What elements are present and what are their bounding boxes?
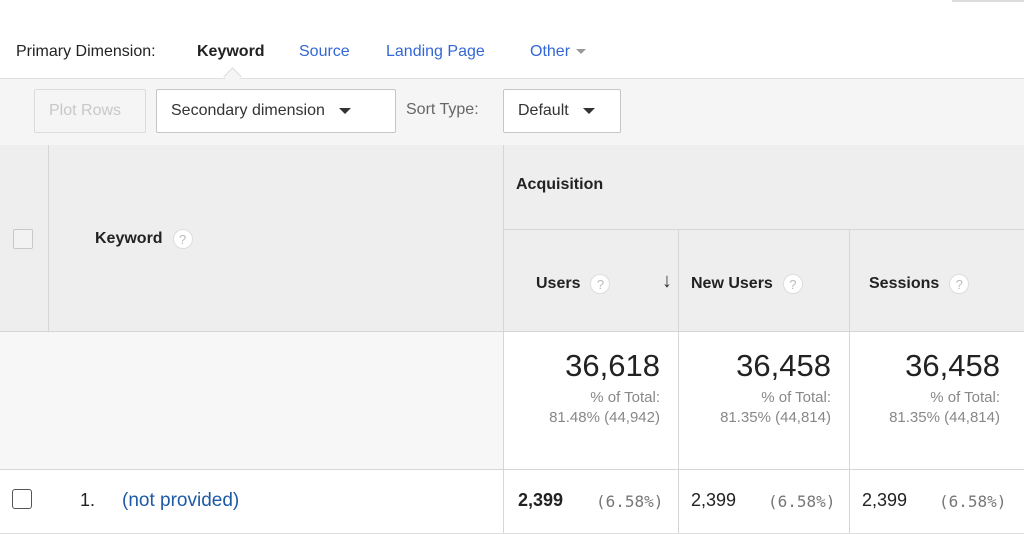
sessions-header-text: Sessions <box>869 275 940 293</box>
row-users-pct: (6.58%) <box>596 492 664 511</box>
secondary-dimension-dropdown[interactable]: Secondary dimension <box>156 89 396 133</box>
dimension-other-label: Other <box>530 43 571 60</box>
help-icon[interactable]: ? <box>782 274 803 294</box>
users-column-header[interactable]: Users? ↓ <box>503 230 678 332</box>
report-toolbar: Plot Rows Secondary dimension Sort Type:… <box>0 78 1024 146</box>
row-new-users-pct: (6.58%) <box>768 492 836 511</box>
secondary-dimension-label: Secondary dimension <box>171 102 325 119</box>
keyword-header-text: Keyword <box>95 230 163 248</box>
help-icon[interactable]: ? <box>949 274 970 294</box>
select-all-header <box>0 145 48 332</box>
sessions-header-label: Sessions? <box>869 274 970 294</box>
dropdown-arrow-icon <box>338 108 351 114</box>
help-icon[interactable]: ? <box>590 274 611 294</box>
new-users-column-header[interactable]: New Users? <box>678 230 849 332</box>
sort-type-value: Default <box>518 102 569 119</box>
dimension-other[interactable]: Other <box>530 43 587 61</box>
sessions-total-cell: 36,458 % of Total: 81.35% (44,814) <box>849 332 1024 470</box>
dimension-landing-page[interactable]: Landing Page <box>386 43 485 61</box>
sort-type-dropdown[interactable]: Default <box>503 89 621 133</box>
row-new-users-value: 2,399 <box>691 490 737 510</box>
users-header-text: Users <box>536 275 581 293</box>
users-total-value: 36,618 <box>565 348 660 383</box>
row-index: 1. <box>80 490 96 510</box>
users-header-label: Users? <box>536 274 611 294</box>
sessions-column-header[interactable]: Sessions? <box>849 230 1024 332</box>
new-users-header-text: New Users <box>691 275 773 293</box>
row-checkbox[interactable] <box>12 489 32 509</box>
sort-descending-arrow-icon[interactable]: ↓ <box>662 270 672 293</box>
new-users-total-pct-detail: 81.35% (44,814) <box>720 409 831 426</box>
dimension-keyword[interactable]: Keyword <box>197 43 265 61</box>
sessions-total-value: 36,458 <box>905 348 1000 383</box>
users-total-cell: 36,618 % of Total: 81.48% (44,942) <box>503 332 678 470</box>
primary-dimension-label: Primary Dimension: <box>16 43 156 60</box>
new-users-total-cell: 36,458 % of Total: 81.35% (44,814) <box>678 332 849 470</box>
primary-dimension-bar: Primary Dimension: Keyword Source Landin… <box>0 0 1024 78</box>
sort-type-label: Sort Type: <box>406 101 479 118</box>
sessions-total-pct-label: % of Total: <box>930 389 1000 406</box>
select-all-checkbox[interactable] <box>13 229 33 249</box>
new-users-total-value: 36,458 <box>736 348 831 383</box>
help-icon[interactable]: ? <box>172 229 193 249</box>
column-divider <box>503 470 504 533</box>
row-users-value: 2,399 <box>518 490 564 510</box>
chevron-down-icon <box>576 49 587 55</box>
row-keyword-link[interactable]: (not provided) <box>122 490 239 512</box>
column-divider <box>849 470 850 533</box>
acquisition-group-header: Acquisition <box>503 145 1024 230</box>
acquisition-label: Acquisition <box>516 176 604 193</box>
keyword-header-label: Keyword? <box>95 229 193 249</box>
users-total-pct-label: % of Total: <box>590 389 660 406</box>
sessions-total-pct-detail: 81.35% (44,814) <box>889 409 1000 426</box>
new-users-total-pct-label: % of Total: <box>761 389 831 406</box>
users-total-pct-detail: 81.48% (44,942) <box>549 409 660 426</box>
column-divider <box>678 470 679 533</box>
dropdown-arrow-icon <box>582 108 595 114</box>
table-row: 1. (not provided) 2,399 (6.58%) 2,399 (6… <box>0 470 1024 534</box>
keyword-column-header[interactable]: Keyword? <box>48 145 503 332</box>
row-sessions-pct: (6.58%) <box>939 492 1007 511</box>
dimension-source[interactable]: Source <box>299 43 350 61</box>
totals-row-label-cell <box>0 332 503 470</box>
row-sessions-value: 2,399 <box>862 490 908 510</box>
new-users-header-label: New Users? <box>691 274 803 294</box>
plot-rows-button[interactable]: Plot Rows <box>34 89 146 133</box>
